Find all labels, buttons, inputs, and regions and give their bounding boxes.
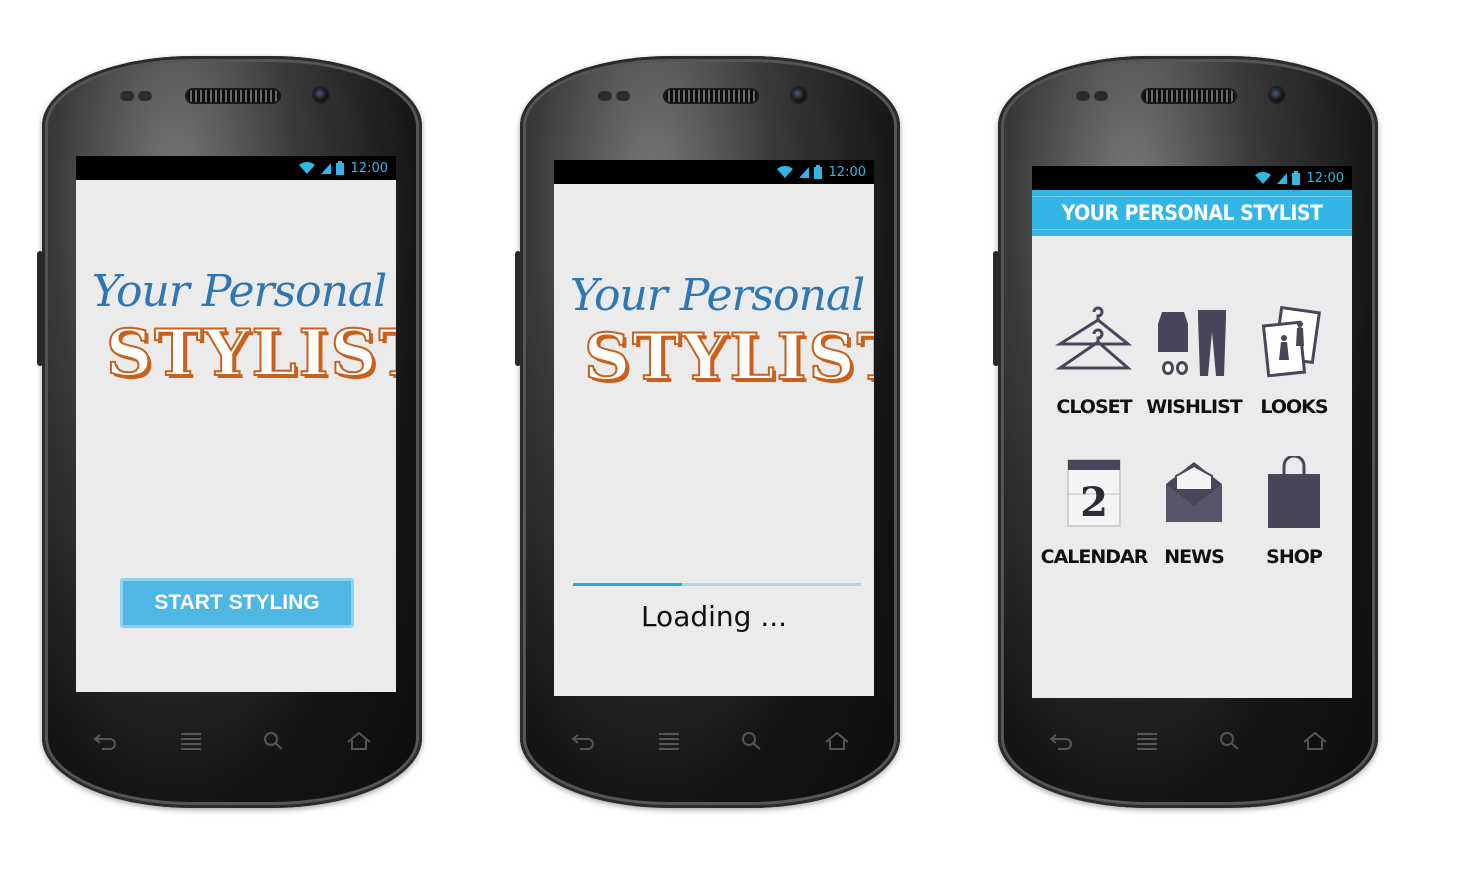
looks-tile[interactable]: LOOKS — [1244, 306, 1344, 426]
menu-icon[interactable] — [179, 731, 203, 751]
front-camera — [1270, 88, 1284, 102]
shop-tile[interactable]: SHOP — [1244, 456, 1344, 576]
light-sensor — [138, 91, 152, 101]
home-icon[interactable] — [1302, 731, 1328, 751]
closet-tile[interactable]: CLOSET — [1044, 306, 1144, 426]
search-icon[interactable] — [741, 731, 763, 751]
signal-icon — [1276, 172, 1288, 185]
svg-text:2: 2 — [1080, 479, 1108, 526]
status-bar: 12:00 — [554, 160, 874, 184]
phone-splash: 12:00 Your Personal STYLIST START STYLIN… — [37, 56, 422, 808]
menu-icon[interactable] — [1135, 731, 1159, 751]
photos-icon — [1261, 306, 1321, 378]
loading-progress-bar — [573, 583, 861, 586]
earpiece-speaker — [1143, 90, 1235, 102]
signal-icon — [320, 162, 332, 175]
hardware-nav-bar — [570, 726, 850, 756]
wifi-icon — [1254, 171, 1272, 185]
proximity-sensor — [598, 91, 612, 101]
back-icon[interactable] — [570, 731, 596, 751]
loading-text: Loading ... — [640, 600, 788, 633]
looks-label: LOOKS — [1260, 396, 1328, 418]
status-time: 12:00 — [350, 160, 388, 176]
light-sensor — [616, 91, 630, 101]
wishlist-tile[interactable]: WISHLIST — [1144, 306, 1244, 426]
home-icon[interactable] — [346, 731, 372, 751]
logo-script-text: Your Personal — [569, 270, 865, 321]
calendar-tile[interactable]: 2 CALENDAR — [1041, 456, 1148, 576]
menu-icon[interactable] — [657, 731, 681, 751]
status-bar: 12:00 — [1032, 166, 1352, 190]
app-logo: Your Personal STYLIST — [554, 270, 874, 410]
splash-screen: 12:00 Your Personal STYLIST START STYLIN… — [76, 156, 396, 692]
status-time: 12:00 — [1306, 170, 1344, 186]
logo-stylist-text: STYLIST — [105, 315, 396, 392]
light-sensor — [1094, 91, 1108, 101]
start-styling-button[interactable]: START STYLING — [120, 578, 354, 628]
logo-script-text: Your Personal — [91, 266, 387, 317]
phone-loading: 12:00 Your Personal STYLIST Loading ... — [515, 56, 900, 808]
app-title-bar: YOUR PERSONAL STYLIST — [1032, 190, 1352, 236]
wifi-icon — [298, 161, 316, 175]
battery-icon — [335, 161, 344, 175]
front-camera — [792, 88, 806, 102]
earpiece-speaker — [187, 90, 279, 102]
shop-label: SHOP — [1266, 546, 1323, 568]
home-screen: 12:00 YOUR PERSONAL STYLIST CLOSET WISHL… — [1032, 166, 1352, 698]
hardware-nav-bar — [1048, 726, 1328, 756]
envelope-icon — [1166, 462, 1222, 522]
search-icon[interactable] — [263, 731, 285, 751]
status-bar: 12:00 — [76, 156, 396, 180]
battery-icon — [1291, 171, 1300, 185]
app-logo: Your Personal STYLIST — [76, 266, 396, 406]
news-tile[interactable]: NEWS — [1144, 456, 1244, 576]
signal-icon — [798, 166, 810, 179]
calendar-icon: 2 — [1067, 459, 1121, 527]
volume-key — [37, 251, 43, 366]
proximity-sensor — [120, 91, 134, 101]
volume-key — [515, 251, 521, 366]
earpiece-speaker — [665, 90, 757, 102]
hanger-icon — [1054, 306, 1133, 370]
back-icon[interactable] — [1048, 731, 1074, 751]
phone-home: 12:00 YOUR PERSONAL STYLIST CLOSET WISHL… — [993, 56, 1378, 808]
hardware-nav-bar — [92, 726, 372, 756]
volume-key — [993, 251, 999, 366]
battery-icon — [813, 165, 822, 179]
status-time: 12:00 — [828, 164, 866, 180]
proximity-sensor — [1076, 91, 1090, 101]
loading-screen: 12:00 Your Personal STYLIST Loading ... — [554, 160, 874, 696]
wifi-icon — [776, 165, 794, 179]
outfit-icon — [1158, 310, 1226, 376]
search-icon[interactable] — [1219, 731, 1241, 751]
progress-fill — [573, 583, 683, 586]
front-camera — [314, 88, 328, 102]
home-icon[interactable] — [824, 731, 850, 751]
shopping-bag-icon — [1268, 456, 1320, 528]
logo-stylist-text: STYLIST — [583, 319, 874, 396]
back-icon[interactable] — [92, 731, 118, 751]
